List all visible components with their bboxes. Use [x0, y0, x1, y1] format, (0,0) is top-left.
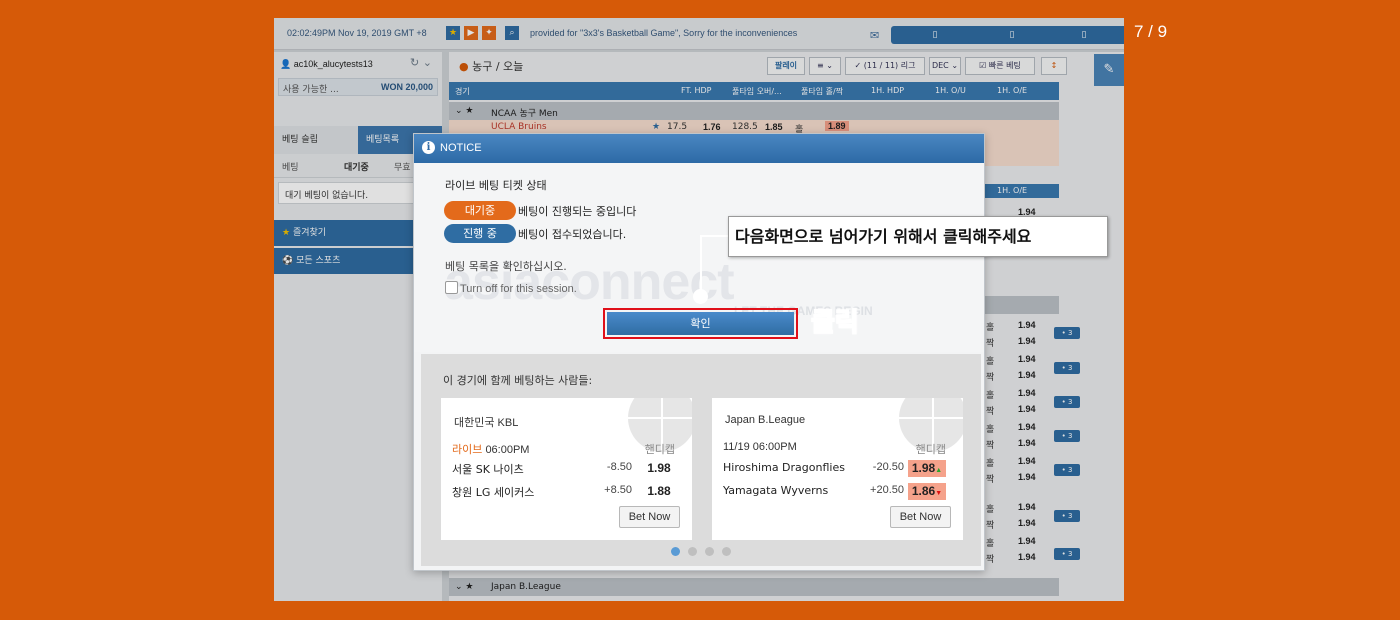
arrow-up-icon: ▲: [935, 467, 943, 474]
carousel-dot[interactable]: [688, 547, 697, 556]
also-betting-panel: 이 경기에 함께 베팅하는 사람들: 대한민국 KBL 라이브 06:00PM …: [421, 354, 981, 566]
card-team: 서울 SK 나이츠: [452, 463, 524, 476]
also-betting-title: 이 경기에 함께 베팅하는 사람들:: [443, 374, 593, 387]
page-counter: 7 / 9: [1134, 22, 1168, 41]
status-desc-waiting: 베팅이 진행되는 중입니다: [518, 205, 637, 218]
status-pill-running: 진행 중: [444, 224, 516, 243]
card-price[interactable]: 1.98▲: [908, 460, 946, 477]
checkbox-box[interactable]: [445, 281, 458, 294]
live-label: 라이브: [452, 444, 483, 456]
instruction-callout: 다음화면으로 넘어가기 위해서 클릭해주세요: [728, 216, 1108, 257]
card-price[interactable]: 1.88: [640, 483, 678, 500]
card-price-text: 1.86: [911, 484, 936, 498]
match-card-kbl: 대한민국 KBL 라이브 06:00PM 핸디캡 서울 SK 나이츠 -8.50…: [441, 398, 692, 540]
card-price[interactable]: 1.98: [640, 460, 678, 477]
bet-now-button[interactable]: Bet Now: [619, 506, 680, 528]
card-league: Japan B.League: [725, 414, 806, 426]
card-line: +20.50: [870, 484, 904, 496]
confirm-button[interactable]: 확인: [607, 312, 794, 335]
status-pill-waiting: 대기중: [444, 201, 516, 220]
card-team: Yamagata Wyverns: [723, 484, 829, 497]
card-league: 대한민국 KBL: [454, 417, 519, 429]
status-desc-running: 베팅이 접수되었습니다.: [518, 228, 627, 241]
card-hdp-label: 핸디캡: [644, 443, 675, 456]
turn-off-checkbox[interactable]: Turn off for this session.: [445, 281, 577, 295]
card-price[interactable]: 1.86▼: [908, 483, 946, 500]
card-team: 창원 LG 세이커스: [452, 486, 535, 499]
dialog-title: NOTICE: [440, 142, 482, 154]
carousel-dot[interactable]: [722, 547, 731, 556]
card-line: -8.50: [606, 461, 632, 473]
card-price-text: 1.98: [911, 461, 936, 475]
card-hdp-label: 핸디캡: [915, 443, 946, 456]
card-time-text: 06:00PM: [485, 444, 530, 456]
dialog-header: i NOTICE: [414, 134, 984, 163]
bet-now-button[interactable]: Bet Now: [890, 506, 951, 528]
click-annotation: 클릭: [810, 307, 859, 339]
callout-pointer: [693, 289, 708, 304]
ticket-status-title: 라이브 베팅 티켓 상태: [445, 179, 547, 192]
carousel-dot[interactable]: [671, 547, 680, 556]
match-card-bleague: Japan B.League 11/19 06:00PM 핸디캡 Hiroshi…: [712, 398, 963, 540]
card-time: 라이브 06:00PM: [452, 441, 529, 457]
callout-connector: [702, 235, 728, 237]
card-line: -20.50: [872, 461, 904, 473]
card-line: +8.50: [604, 484, 632, 496]
turn-off-label: Turn off for this session.: [460, 283, 577, 295]
notice-dialog: i NOTICE asiaconnect LET THE GAMES BEGIN…: [413, 133, 985, 571]
info-icon: i: [422, 141, 435, 154]
arrow-down-icon: ▼: [935, 490, 943, 497]
callout-connector: [700, 235, 702, 295]
check-bets-message: 베팅 목록을 확인하십시오.: [445, 260, 567, 273]
carousel-dot[interactable]: [705, 547, 714, 556]
card-time: 11/19 06:00PM: [723, 441, 797, 453]
card-team: Hiroshima Dragonflies: [723, 461, 845, 474]
